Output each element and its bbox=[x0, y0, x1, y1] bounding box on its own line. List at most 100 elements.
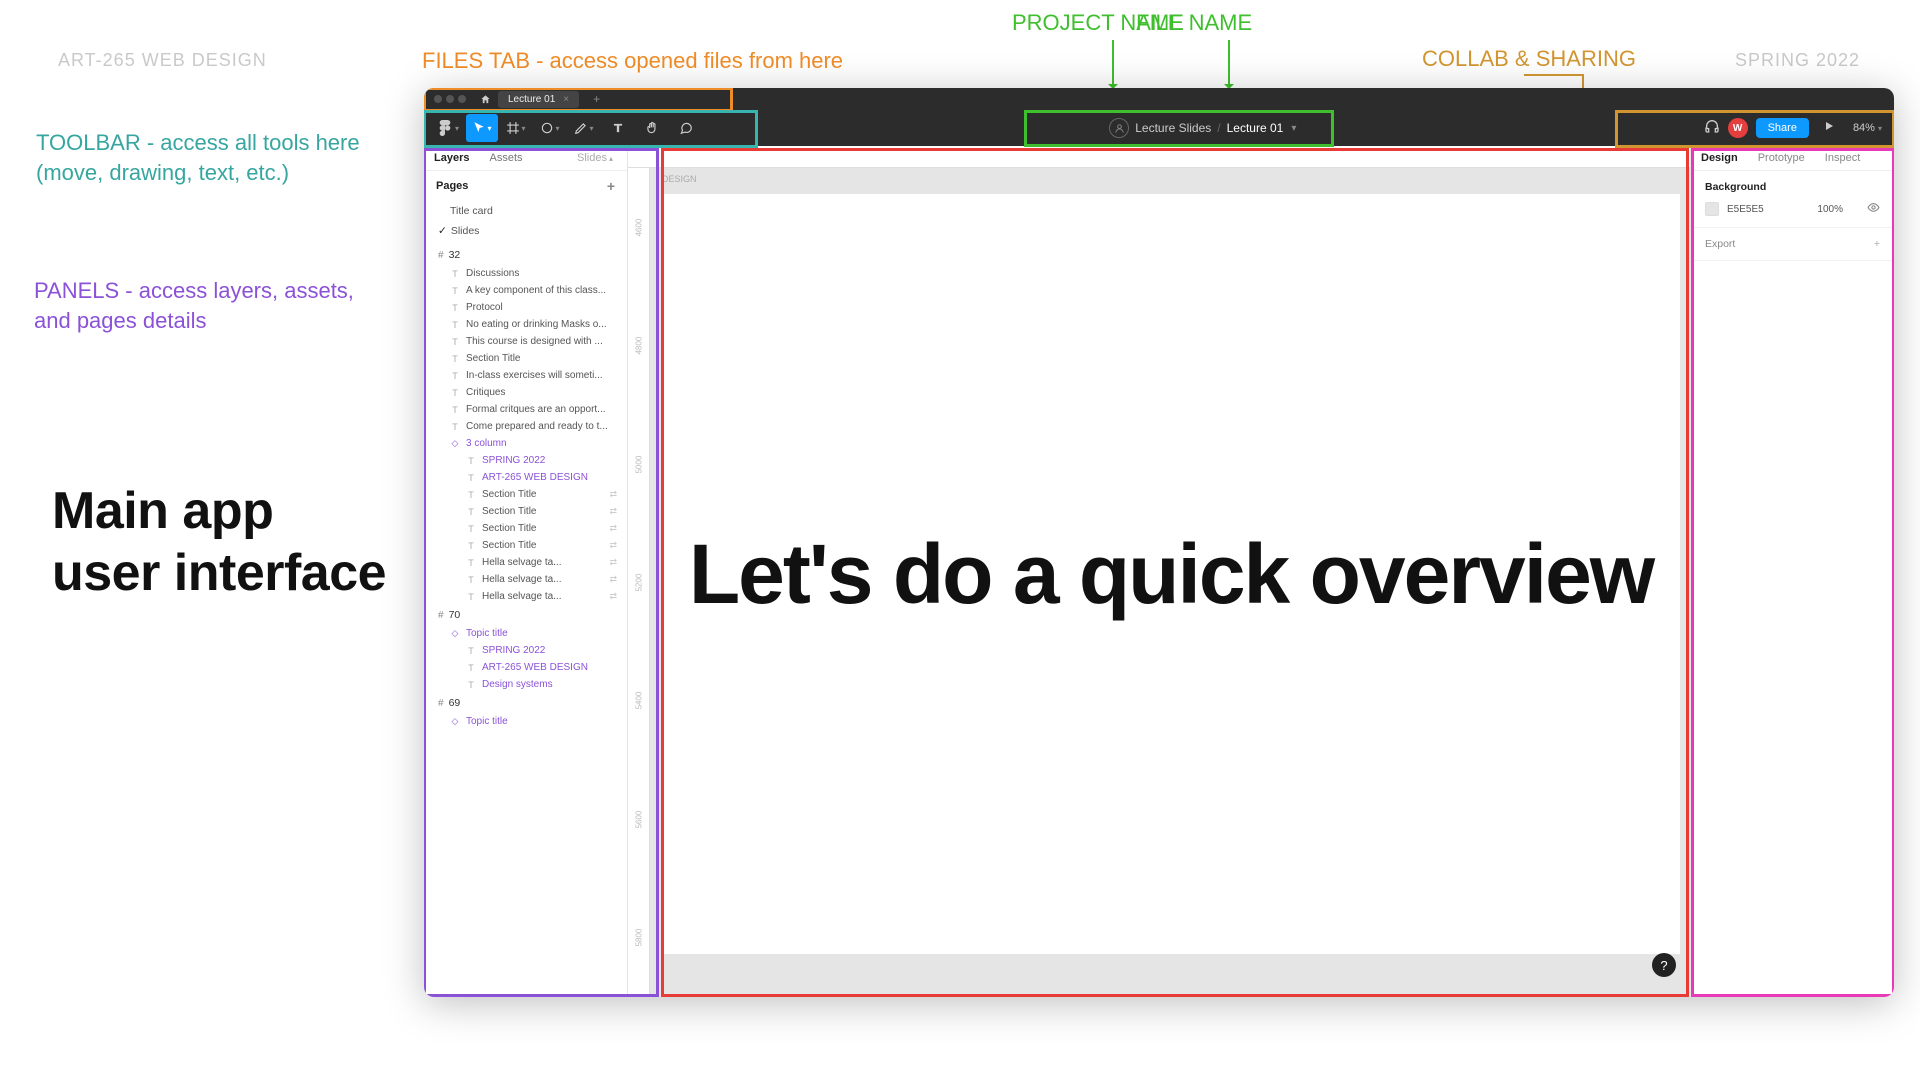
slide-title-line2: user interface bbox=[52, 542, 386, 604]
layer-item[interactable]: TSection Title⇄ bbox=[424, 486, 627, 503]
layer-item[interactable]: TART-265 WEB DESIGN bbox=[424, 659, 627, 676]
layer-item[interactable]: TIn-class exercises will someti... bbox=[424, 367, 627, 384]
text-icon: T bbox=[466, 592, 476, 602]
visibility-icon[interactable] bbox=[1867, 201, 1880, 217]
frame-icon: # bbox=[438, 610, 444, 621]
layer-item[interactable]: TFormal critques are an opport... bbox=[424, 401, 627, 418]
add-page-button[interactable]: + bbox=[607, 178, 615, 194]
zoom-dropdown[interactable]: 84% ▾ bbox=[1849, 122, 1886, 134]
toolbar-tools: ▾ ▾ ▾ ▾ ▾ bbox=[432, 114, 702, 142]
canvas-frame[interactable]: Let's do a quick overview bbox=[662, 194, 1680, 954]
frame-icon: # bbox=[438, 250, 444, 261]
text-icon: T bbox=[450, 286, 460, 296]
slide-title-line1: Main app bbox=[52, 480, 386, 542]
text-tool[interactable] bbox=[602, 114, 634, 142]
file-tab-active[interactable]: Lecture 01 × bbox=[498, 91, 579, 108]
layer-item[interactable]: THella selvage ta...⇄ bbox=[424, 588, 627, 605]
zoom-value: 84% bbox=[1853, 122, 1875, 134]
toolbar-collab-area: W Share 84% ▾ bbox=[1704, 118, 1886, 139]
frame-header[interactable]: #70 bbox=[424, 605, 627, 625]
tab-inspect[interactable]: Inspect bbox=[1815, 146, 1870, 170]
chevron-down-icon: ▾ bbox=[1291, 123, 1296, 134]
layer-name: ART-265 WEB DESIGN bbox=[482, 472, 588, 483]
ruler-mark: 5600 bbox=[634, 810, 643, 828]
layer-name: This course is designed with ... bbox=[466, 336, 603, 347]
layer-item[interactable]: TART-265 WEB DESIGN bbox=[424, 469, 627, 486]
hand-tool[interactable] bbox=[636, 114, 668, 142]
frame-label: DESIGN bbox=[662, 174, 697, 184]
headphones-icon[interactable] bbox=[1704, 118, 1720, 139]
pen-tool[interactable]: ▾ bbox=[568, 114, 600, 142]
frame-name: 70 bbox=[449, 609, 461, 621]
text-icon: T bbox=[450, 405, 460, 415]
main-menu-button[interactable]: ▾ bbox=[432, 114, 464, 142]
help-button[interactable]: ? bbox=[1652, 953, 1676, 977]
add-export-button[interactable]: + bbox=[1874, 238, 1880, 250]
text-icon: T bbox=[466, 575, 476, 585]
layer-item[interactable]: THella selvage ta...⇄ bbox=[424, 571, 627, 588]
layer-item[interactable]: THella selvage ta...⇄ bbox=[424, 554, 627, 571]
tab-slides-dropdown[interactable]: Slides▴ bbox=[567, 146, 627, 170]
layer-item[interactable]: ◇Topic title bbox=[424, 625, 627, 642]
layer-item[interactable]: TSPRING 2022 bbox=[424, 642, 627, 659]
home-icon[interactable] bbox=[476, 90, 494, 108]
layer-item[interactable]: TCritiques bbox=[424, 384, 627, 401]
layer-name: Section Title bbox=[466, 353, 520, 364]
shape-tool[interactable]: ▾ bbox=[534, 114, 566, 142]
tab-layers[interactable]: Layers bbox=[424, 146, 479, 170]
toolbar-title-area[interactable]: Lecture Slides / Lecture 01 ▾ bbox=[1109, 118, 1296, 138]
layer-name: Section Title bbox=[482, 506, 536, 517]
background-row[interactable]: E5E5E5 100% bbox=[1705, 201, 1880, 217]
layer-item[interactable]: TDesign systems bbox=[424, 676, 627, 693]
layer-name: Design systems bbox=[482, 679, 553, 690]
slide-term: SPRING 2022 bbox=[1735, 50, 1860, 71]
page-item-title-card[interactable]: Title card bbox=[424, 201, 627, 221]
tab-prototype[interactable]: Prototype bbox=[1748, 146, 1815, 170]
frame-tool[interactable]: ▾ bbox=[500, 114, 532, 142]
tab-design[interactable]: Design bbox=[1691, 146, 1748, 170]
close-icon[interactable]: × bbox=[563, 94, 569, 105]
layer-name: A key component of this class... bbox=[466, 285, 606, 296]
canvas-area[interactable]: 4600480050005200540056005800 DESIGN Let'… bbox=[628, 146, 1690, 997]
layer-item[interactable]: TSection Title bbox=[424, 350, 627, 367]
frame-header[interactable]: #32 bbox=[424, 245, 627, 265]
layer-item[interactable]: TNo eating or drinking Masks o... bbox=[424, 316, 627, 333]
text-icon: T bbox=[450, 337, 460, 347]
tab-assets[interactable]: Assets bbox=[479, 146, 532, 170]
right-panel-tabs: Design Prototype Inspect bbox=[1691, 146, 1894, 171]
window-traffic-lights[interactable] bbox=[430, 95, 466, 103]
page-item-slides[interactable]: Slides bbox=[424, 221, 627, 241]
layer-item[interactable]: TDiscussions bbox=[424, 265, 627, 282]
layer-name: Hella selvage ta... bbox=[482, 574, 562, 585]
ruler-mark: 4800 bbox=[634, 337, 643, 355]
component-icon: ◇ bbox=[450, 438, 460, 449]
layer-item[interactable]: TCome prepared and ready to t... bbox=[424, 418, 627, 435]
layer-name: Topic title bbox=[466, 716, 508, 727]
pages-list: Title card Slides bbox=[424, 201, 627, 241]
ruler-mark: 5800 bbox=[634, 929, 643, 947]
frame-header[interactable]: #69 bbox=[424, 693, 627, 713]
add-tab-button[interactable]: + bbox=[587, 92, 606, 106]
layer-item[interactable]: T A key component of this class... bbox=[424, 282, 627, 299]
share-button[interactable]: Share bbox=[1756, 118, 1809, 138]
layer-name: Section Title bbox=[482, 540, 536, 551]
project-name-label: Lecture Slides bbox=[1135, 121, 1211, 135]
background-swatch[interactable] bbox=[1705, 202, 1719, 216]
layer-item[interactable]: TSection Title⇄ bbox=[424, 520, 627, 537]
present-button[interactable] bbox=[1817, 119, 1841, 137]
layer-name: ART-265 WEB DESIGN bbox=[482, 662, 588, 673]
layer-item[interactable]: TSection Title⇄ bbox=[424, 537, 627, 554]
layer-item[interactable]: ◇3 column bbox=[424, 435, 627, 452]
move-tool[interactable]: ▾ bbox=[466, 114, 498, 142]
layer-name: Section Title bbox=[482, 489, 536, 500]
comment-tool[interactable] bbox=[670, 114, 702, 142]
layer-item[interactable]: ◇Topic title bbox=[424, 713, 627, 730]
layer-item[interactable]: TSection Title⇄ bbox=[424, 503, 627, 520]
text-icon: T bbox=[450, 320, 460, 330]
layer-item[interactable]: TSPRING 2022 bbox=[424, 452, 627, 469]
layer-item[interactable]: T This course is designed with ... bbox=[424, 333, 627, 350]
layers-list[interactable]: #32TDiscussions T A key component of this … bbox=[424, 241, 627, 997]
layer-item[interactable]: TProtocol bbox=[424, 299, 627, 316]
user-avatar[interactable]: W bbox=[1728, 118, 1748, 138]
annotation-collab: COLLAB & SHARING bbox=[1422, 44, 1636, 74]
